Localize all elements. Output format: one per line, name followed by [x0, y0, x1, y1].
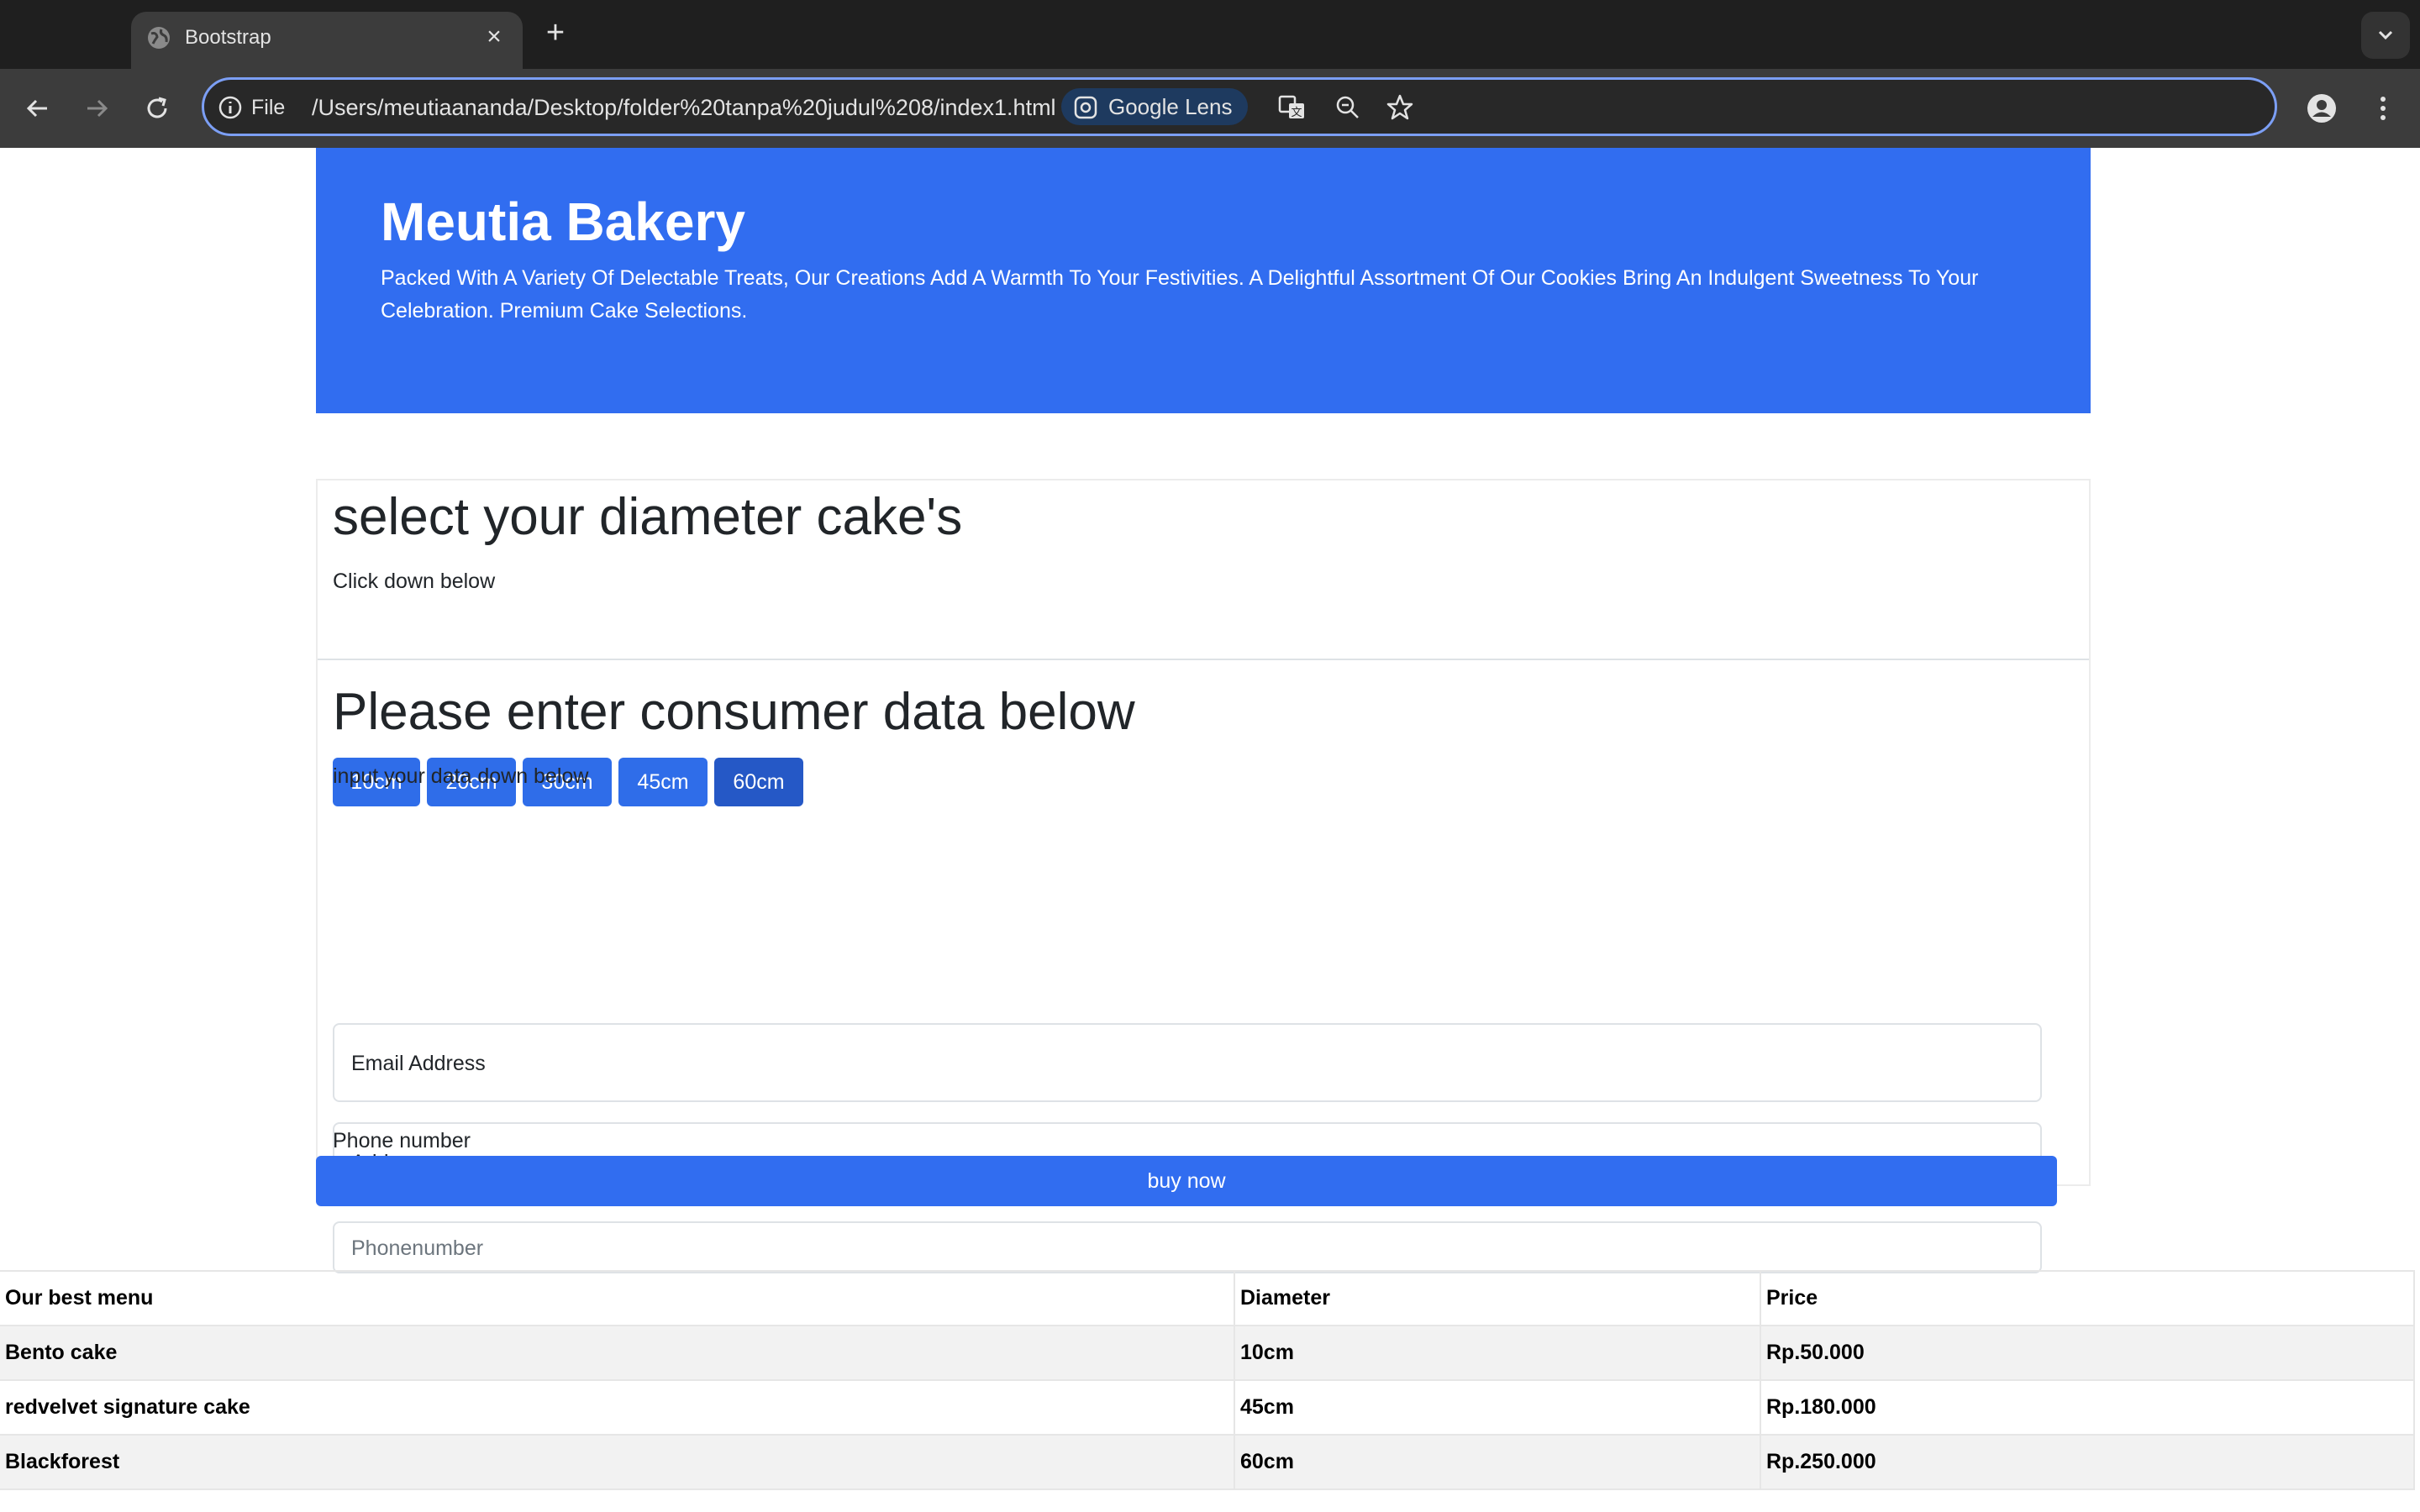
section-divider: [318, 659, 2089, 660]
profile-icon[interactable]: [2302, 89, 2341, 128]
page-content: Meutia Bakery Packed With A Variety Of D…: [0, 148, 2420, 1512]
chevron-down-icon: [2378, 30, 2393, 40]
menu-name-cell: redvelvet signature cake: [0, 1379, 1235, 1436]
price-cell: Rp.180.000: [1760, 1379, 2415, 1436]
reload-icon[interactable]: [138, 89, 176, 128]
phone-input[interactable]: Phonenumber: [333, 1221, 2042, 1273]
diameter-cell: 10cm: [1234, 1325, 1761, 1381]
tab-title: Bootstrap: [185, 26, 271, 49]
globe-icon: [148, 27, 170, 49]
google-lens-label: Google Lens: [1108, 94, 1233, 119]
tab-strip: Bootstrap × +: [0, 0, 2420, 69]
order-card: select your diameter cake's Click down b…: [316, 479, 2091, 1273]
size-button-60cm[interactable]: 60cm: [714, 758, 803, 806]
menu-table: Our best menu Diameter Price Bento cake …: [0, 1270, 2415, 1490]
browser-tab[interactable]: Bootstrap ×: [131, 12, 523, 69]
more-icon[interactable]: [2368, 89, 2398, 128]
star-icon[interactable]: [1384, 92, 1416, 123]
buy-now-button[interactable]: buy now: [316, 1156, 2057, 1206]
forward-icon[interactable]: [77, 89, 116, 128]
url-text[interactable]: /Users/meutiaananda/Desktop/folder%20tan…: [312, 93, 1056, 122]
header-diameter: Diameter: [1234, 1270, 1761, 1326]
diameter-heading: select your diameter cake's: [333, 488, 963, 546]
zoom-icon[interactable]: [1332, 92, 1364, 123]
table-row: Blackforest 60cm Rp.250.000: [0, 1434, 2415, 1490]
back-icon[interactable]: [18, 89, 57, 128]
diameter-cell: 45cm: [1234, 1379, 1761, 1436]
translate-icon[interactable]: 文: [1276, 92, 1308, 123]
price-cell: Rp.50.000: [1760, 1325, 2415, 1381]
table-row: redvelvet signature cake 45cm Rp.180.000: [0, 1379, 2415, 1436]
tab-search-button[interactable]: [2361, 12, 2410, 59]
table-row: Bento cake 10cm Rp.50.000: [0, 1325, 2415, 1381]
site-info-label: File: [251, 96, 286, 119]
plus-icon[interactable]: +: [538, 15, 573, 50]
svg-text:文: 文: [1291, 107, 1302, 119]
close-icon[interactable]: ×: [481, 24, 508, 50]
browser-toolbar: File /Users/meutiaananda/Desktop/folder%…: [0, 69, 2420, 148]
menu-name-cell: Blackforest: [0, 1434, 1235, 1490]
consumer-subtext: input your data down below: [333, 764, 589, 788]
phone-input-placeholder: Phonenumber: [351, 1236, 484, 1260]
diameter-cell: 60cm: [1234, 1434, 1761, 1490]
header-menu: Our best menu: [0, 1270, 1235, 1326]
hero-banner: Meutia Bakery Packed With A Variety Of D…: [316, 148, 2091, 413]
table-header-row: Our best menu Diameter Price: [0, 1270, 2415, 1326]
diameter-subtext: Click down below: [333, 570, 496, 593]
email-field[interactable]: Email Address: [333, 1023, 2042, 1102]
email-field-label: Email Address: [351, 1052, 486, 1075]
size-button-45cm[interactable]: 45cm: [618, 758, 708, 806]
hero-text: Packed With A Variety Of Delectable Trea…: [381, 266, 1979, 323]
phone-label: Phone number: [333, 1129, 471, 1152]
header-price: Price: [1760, 1270, 2415, 1326]
info-icon: [218, 96, 242, 119]
consumer-heading: Please enter consumer data below: [333, 683, 1135, 741]
address-bar[interactable]: File /Users/meutiaananda/Desktop/folder%…: [202, 77, 2277, 136]
menu-name-cell: Bento cake: [0, 1325, 1235, 1381]
google-lens-button[interactable]: Google Lens: [1061, 88, 1248, 125]
price-cell: Rp.250.000: [1760, 1434, 2415, 1490]
hero-title: Meutia Bakery: [381, 192, 745, 252]
lens-icon: [1074, 96, 1097, 119]
